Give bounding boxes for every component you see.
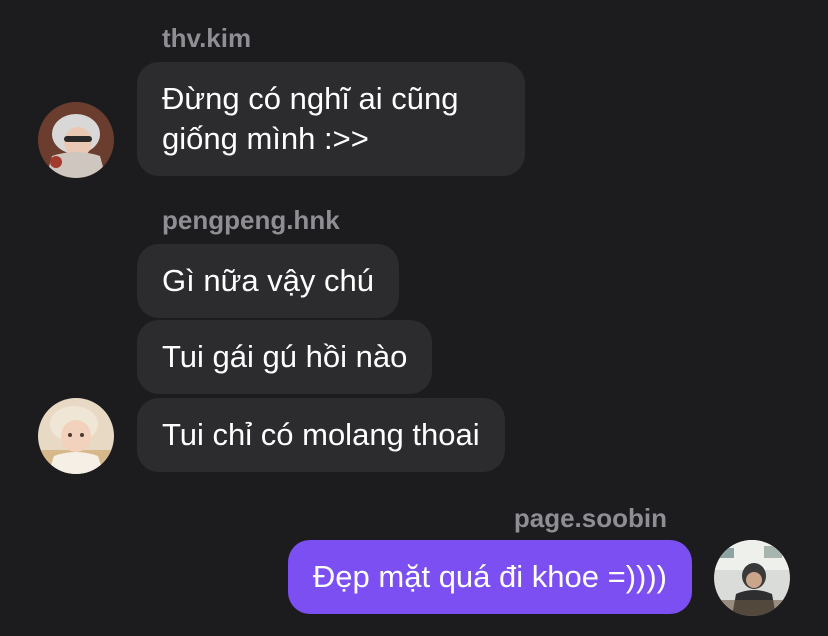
message-bubble[interactable]: Đẹp mặt quá đi khoe =)))) [287, 540, 692, 614]
user-avatar-icon[interactable] [38, 398, 114, 474]
user-avatar-icon[interactable] [38, 102, 114, 178]
message-bubble[interactable]: Tui chỉ có molang thoai [137, 398, 505, 472]
message-bubble[interactable]: Đừng có nghĩ ai cũng giống mình :>> [137, 62, 525, 176]
sender-name: thv.kim [162, 23, 252, 53]
sender-name: pengpeng.hnk [162, 205, 340, 235]
user-avatar-icon[interactable] [714, 540, 790, 616]
message-bubble[interactable]: Tui gái gú hồi nào [137, 320, 433, 394]
sender-name: page.soobin [513, 503, 667, 533]
message-bubble[interactable]: Gì nữa vậy chú [137, 244, 400, 318]
